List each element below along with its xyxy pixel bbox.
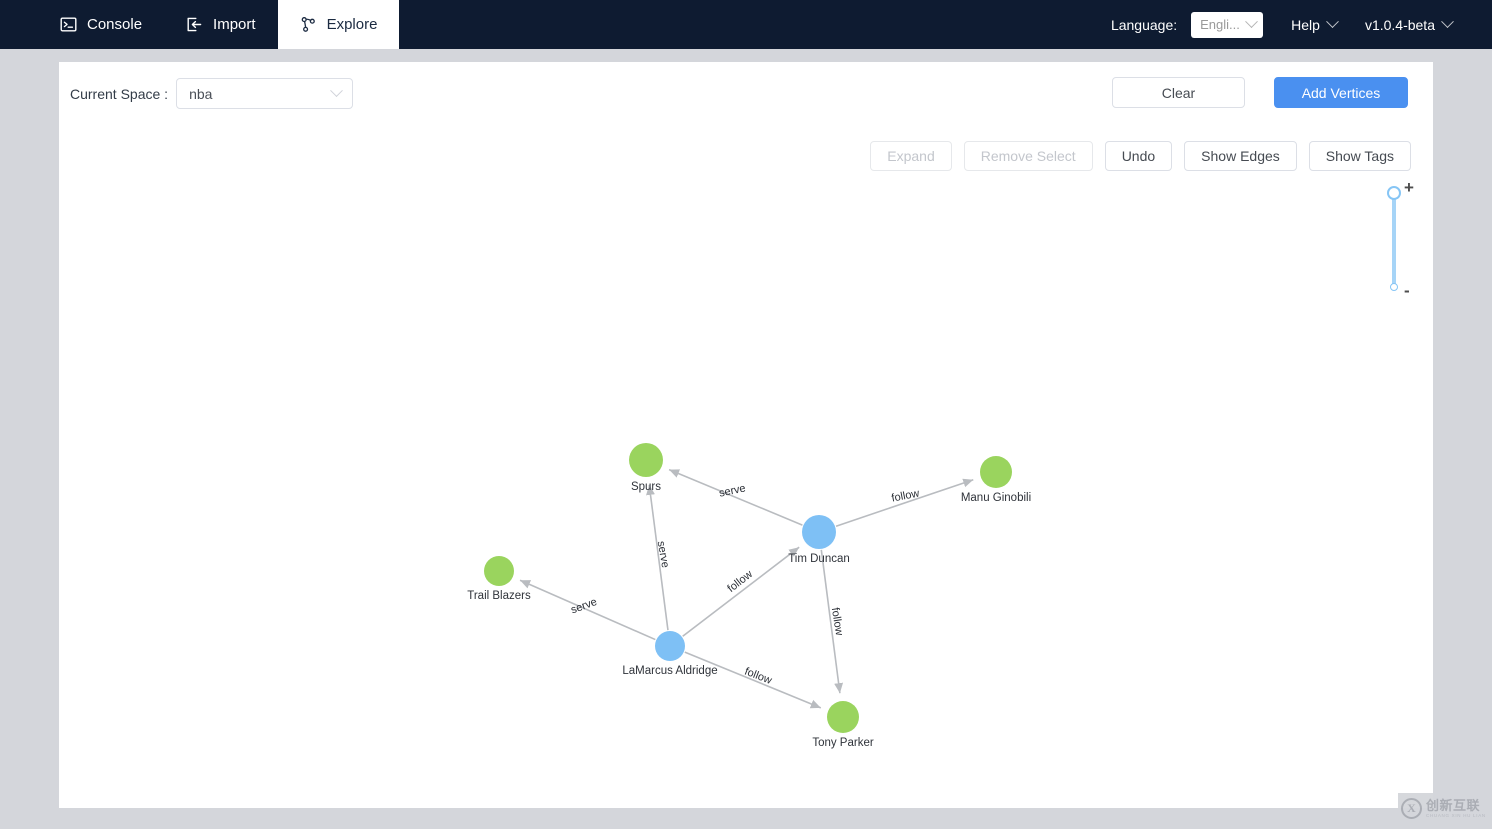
graph-node-label: Trail Blazers bbox=[467, 590, 531, 602]
graph-node-label: LaMarcus Aldridge bbox=[622, 665, 717, 677]
graph-edge[interactable] bbox=[835, 478, 974, 527]
graph-edges: serve followserveservefollowfollowfollow bbox=[519, 468, 974, 709]
current-space-label: Current Space : bbox=[70, 85, 169, 102]
graph-node[interactable] bbox=[827, 701, 859, 733]
import-icon bbox=[186, 16, 203, 33]
terminal-icon bbox=[60, 16, 77, 33]
graph-edge[interactable] bbox=[682, 546, 800, 637]
topbar-right-controls: Language: Engli... Help v1.0.4-beta bbox=[1111, 0, 1492, 49]
nav-tab-import-label: Import bbox=[213, 16, 256, 33]
graph-node[interactable] bbox=[484, 556, 514, 586]
graph-node-label: Manu Ginobili bbox=[961, 492, 1031, 504]
graph-svg[interactable]: serve followserveservefollowfollowfollow … bbox=[59, 120, 1433, 808]
graph-node-label: Spurs bbox=[631, 481, 661, 493]
help-menu-label: Help bbox=[1291, 16, 1320, 33]
current-space-value: nba bbox=[189, 85, 213, 102]
nav-tab-explore-label: Explore bbox=[326, 16, 378, 33]
panel-header-actions: Clear Add Vertices bbox=[1112, 77, 1408, 108]
help-menu[interactable]: Help bbox=[1291, 15, 1339, 33]
version-menu-label: v1.0.4-beta bbox=[1364, 16, 1435, 33]
top-navigation-bar: Console Import Explore Language: Engli..… bbox=[0, 0, 1492, 49]
graph-node[interactable] bbox=[655, 631, 685, 661]
add-vertices-button[interactable]: Add Vertices bbox=[1274, 77, 1408, 108]
graph-edge-label: serve bbox=[655, 540, 671, 569]
graph-node-label: Tony Parker bbox=[812, 737, 874, 749]
chevron-down-icon bbox=[1326, 15, 1339, 29]
chevron-down-icon bbox=[1441, 15, 1454, 29]
nav-tab-import[interactable]: Import bbox=[164, 0, 278, 49]
nav-tab-list: Console Import Explore bbox=[38, 0, 400, 49]
current-space-select[interactable]: nba bbox=[176, 78, 354, 109]
version-menu[interactable]: v1.0.4-beta bbox=[1364, 15, 1454, 33]
watermark-en-text: CHUANG XIN HU LIAN bbox=[1426, 812, 1486, 818]
chevron-down-icon bbox=[1245, 15, 1259, 29]
graph-edge-label: follow bbox=[725, 568, 755, 595]
graph-edge-label: serve bbox=[718, 482, 747, 499]
watermark: X 创新互联 CHUANG XIN HU LIAN bbox=[1398, 793, 1492, 824]
watermark-cn-text: 创新互联 bbox=[1426, 797, 1481, 813]
graph-node-label: Tim Duncan bbox=[788, 553, 850, 565]
language-select[interactable]: Engli... bbox=[1191, 11, 1264, 38]
graph-canvas[interactable]: serve follow serve serve follow follow follow … bbox=[59, 120, 1433, 808]
graph-node[interactable] bbox=[629, 443, 663, 477]
nav-tab-console[interactable]: Console bbox=[38, 0, 164, 49]
graph-edge-label: follow bbox=[890, 487, 920, 504]
watermark-logo-icon: X bbox=[1401, 798, 1422, 819]
chevron-down-icon bbox=[330, 84, 343, 98]
current-space-row: Current Space : nba bbox=[70, 78, 354, 109]
graph-node[interactable] bbox=[980, 456, 1012, 488]
graph-edge[interactable] bbox=[668, 468, 803, 526]
watermark-text: 创新互联 CHUANG XIN HU LIAN bbox=[1426, 799, 1486, 819]
nav-tab-explore[interactable]: Explore bbox=[277, 0, 400, 49]
panel-header: Current Space : nba Clear Add Vertices bbox=[59, 62, 1433, 120]
graph-edge-label: follow bbox=[743, 666, 774, 687]
branch-icon bbox=[300, 16, 317, 33]
language-label: Language: bbox=[1110, 16, 1178, 33]
language-select-value: Engli... bbox=[1200, 17, 1240, 32]
graph-node[interactable] bbox=[802, 515, 836, 549]
explore-panel: Current Space : nba Clear Add Vertices E… bbox=[59, 62, 1433, 808]
nav-tab-console-label: Console bbox=[87, 16, 143, 33]
clear-button[interactable]: Clear bbox=[1112, 77, 1245, 108]
